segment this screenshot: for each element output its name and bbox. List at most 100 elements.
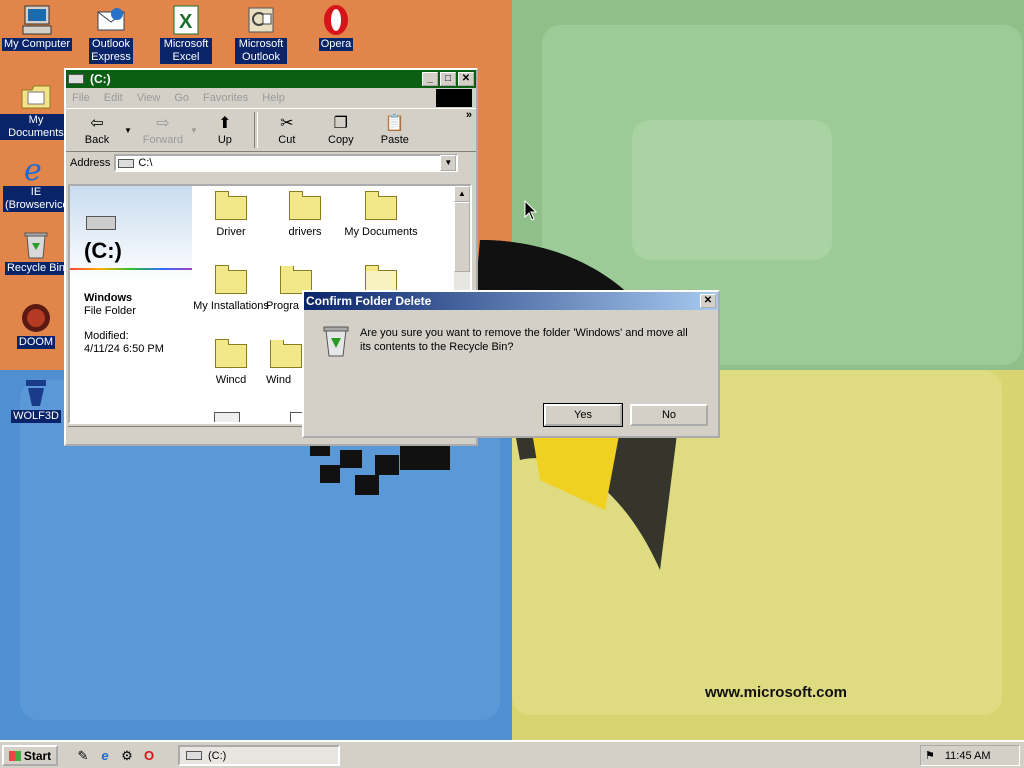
dialog-close-button[interactable]: ✕	[700, 294, 716, 308]
desktop-icon-label: Microsoft Excel	[160, 38, 212, 64]
opera-icon[interactable]: O	[140, 747, 158, 765]
no-button[interactable]: No	[630, 404, 708, 426]
show-desktop-icon[interactable]: ✎	[74, 747, 92, 765]
scroll-up-icon[interactable]: ▲	[454, 186, 470, 202]
dialog-titlebar[interactable]: Confirm Folder Delete ✕	[304, 292, 718, 310]
address-dropdown-icon[interactable]: ▼	[440, 155, 457, 171]
drive-icon	[68, 74, 84, 84]
start-button[interactable]: Start	[2, 745, 58, 766]
clock[interactable]: 11:45 AM	[945, 750, 991, 762]
address-label: Address	[70, 157, 111, 169]
scissors-icon: ✂	[280, 115, 294, 132]
scrollbar-thumb[interactable]	[454, 202, 470, 272]
ie-icon: e	[20, 152, 52, 188]
folder-icon	[365, 191, 397, 220]
channels-icon[interactable]: ⚙	[118, 747, 136, 765]
selected-folder-name: Windows	[84, 292, 133, 304]
desktop-icon-outlook[interactable]: Microsoft Outlook	[225, 4, 297, 64]
hard-drive-icon	[86, 216, 116, 230]
cut-button[interactable]: ✂ Cut	[260, 114, 314, 146]
menu-help[interactable]: Help	[262, 92, 285, 104]
network-icon[interactable]: ⚑	[925, 749, 935, 762]
outlook-icon	[245, 4, 277, 36]
close-button[interactable]: ✕	[458, 72, 474, 86]
desktop-icon-recycle-bin[interactable]: Recycle Bin	[0, 228, 72, 275]
taskbar: Start ✎ e ⚙ O (C:) ⚑ 11:45 AM	[0, 740, 1024, 768]
selected-folder-type: File Folder	[84, 305, 136, 317]
menu-go[interactable]: Go	[174, 92, 189, 104]
explorer-title: (C:)	[90, 72, 111, 86]
menu-file[interactable]: File	[72, 92, 90, 104]
folder-item[interactable]: My Installations	[192, 265, 270, 312]
paste-button[interactable]: 📋 Paste	[368, 114, 422, 146]
recycle-bin-icon	[20, 228, 52, 260]
forward-button[interactable]: ⇨ Forward	[136, 114, 190, 146]
explorer-titlebar[interactable]: (C:) _ □ ✕	[66, 70, 476, 88]
desktop-icon-ie[interactable]: e IE (Browservice)	[0, 152, 72, 212]
toolbar: ⇦ Back ▼ ⇨ Forward ▼ ⬆ Up ✂ Cut ❐ Copy 📋 Paste…	[66, 108, 476, 152]
folder-icon	[215, 339, 247, 368]
menu-favorites[interactable]: Favorites	[203, 92, 248, 104]
folder-item[interactable]: Wind	[266, 340, 306, 386]
desktop-icon-label: WOLF3D	[11, 410, 61, 423]
confirm-delete-dialog[interactable]: Confirm Folder Delete ✕ Are you sure you…	[302, 290, 720, 438]
pane-divider	[70, 268, 192, 270]
dialog-title: Confirm Folder Delete	[306, 294, 432, 308]
forward-dropdown-icon[interactable]: ▼	[190, 126, 198, 135]
recycle-bin-icon	[320, 324, 352, 361]
menu-view[interactable]: View	[137, 92, 161, 104]
desktop-icon-label: DOOM	[16, 336, 56, 349]
address-bar: Address C:\ ▼	[66, 152, 476, 174]
back-dropdown-icon[interactable]: ▼	[124, 126, 132, 135]
menu-edit[interactable]: Edit	[104, 92, 123, 104]
yes-button[interactable]: Yes	[543, 403, 623, 427]
folder-item[interactable]: Driver	[192, 191, 270, 238]
desktop-icon-label: IE (Browservice)	[3, 186, 73, 212]
folder-item[interactable]: My Documents	[342, 191, 420, 238]
outlook-express-icon	[95, 4, 127, 36]
desktop-icon-my-computer[interactable]: My Computer	[1, 4, 73, 51]
clipboard-icon: 📋	[384, 115, 405, 132]
windows-throbber-icon	[436, 89, 472, 107]
toolbar-more-chevron-icon[interactable]: »	[466, 109, 472, 121]
forward-arrow-icon: ⇨	[156, 115, 170, 132]
windows-flag-icon	[8, 750, 21, 761]
folder-item[interactable]: drivers	[266, 191, 344, 238]
desktop-icon-outlook-express[interactable]: Outlook Express	[75, 4, 147, 64]
excel-icon: X	[170, 4, 202, 36]
my-computer-icon	[21, 4, 53, 36]
desktop-icon-wolf3d[interactable]: WOLF3D	[0, 376, 72, 423]
opera-icon	[320, 4, 352, 36]
mouse-cursor-icon	[524, 200, 538, 221]
desktop-icon-opera[interactable]: Opera	[300, 4, 372, 51]
back-button[interactable]: ⇦ Back	[70, 114, 124, 146]
desktop-icon-my-documents[interactable]: My Documents	[0, 80, 72, 140]
copy-icon: ❐	[333, 115, 349, 132]
desktop-icon-label: Microsoft Outlook	[235, 38, 287, 64]
taskbar-button-c-drive[interactable]: (C:)	[178, 745, 340, 766]
desktop-icon-label: My Documents	[0, 114, 72, 140]
maximize-button[interactable]: □	[440, 72, 456, 86]
ie-icon[interactable]: e	[96, 747, 114, 765]
desktop-icon-doom[interactable]: DOOM	[0, 302, 72, 349]
dialog-message: Are you sure you want to remove the fold…	[360, 327, 688, 353]
svg-text:e: e	[24, 153, 42, 184]
desktop-icon-label: My Computer	[1, 38, 73, 51]
drive-icon	[186, 751, 202, 760]
folder-item[interactable]: Wincd	[192, 339, 270, 386]
back-arrow-icon: ⇦	[90, 115, 104, 132]
address-input[interactable]: C:\ ▼	[114, 154, 459, 172]
folder-info: Windows File Folder Modified: 4/11/24 6:…	[84, 292, 164, 356]
up-button[interactable]: ⬆ Up	[198, 114, 252, 146]
web-view-pane: (C:) Windows File Folder Modified: 4/11/…	[70, 186, 192, 422]
minimize-button[interactable]: _	[422, 72, 438, 86]
file-icon[interactable]	[214, 412, 240, 422]
folder-icon	[215, 191, 247, 220]
my-documents-icon	[20, 80, 52, 112]
up-folder-icon: ⬆	[218, 115, 232, 132]
copy-button[interactable]: ❐ Copy	[314, 114, 368, 146]
folder-icon	[215, 265, 247, 294]
desktop-icon-excel[interactable]: X Microsoft Excel	[150, 4, 222, 64]
desktop-icon-label: Outlook Express	[89, 38, 133, 64]
doom-icon	[20, 302, 52, 334]
